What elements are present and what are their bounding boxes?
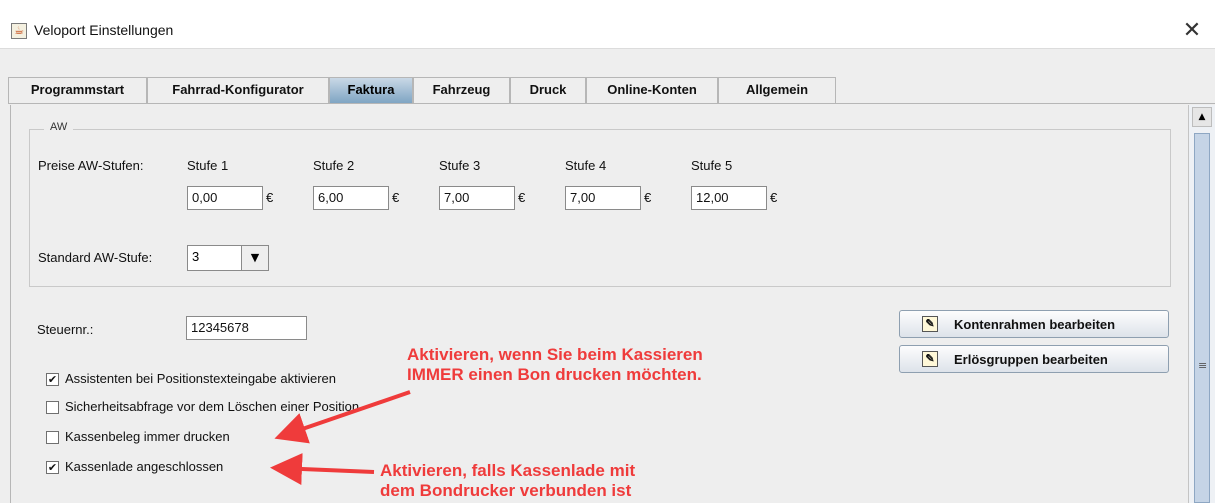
tax-number-label: Steuernr.: — [37, 322, 94, 337]
checkbox-assistant[interactable]: ✔ — [46, 373, 59, 386]
tab-programmstart[interactable]: Programmstart — [8, 77, 147, 103]
standard-level-label: Standard AW-Stufe: — [38, 250, 153, 265]
prices-label: Preise AW-Stufen: — [38, 158, 144, 173]
scroll-up-arrow-icon[interactable]: ▲ — [1192, 107, 1212, 127]
dialog-content: Programmstart Fahrrad-Konfigurator Faktu… — [0, 48, 1215, 503]
annotation-print-receipt-line1: Aktivieren, wenn Sie beim Kassieren — [407, 345, 703, 364]
checkbox-cash-drawer-label: Kassenlade angeschlossen — [65, 459, 224, 474]
annotation-cash-drawer-line1: Aktivieren, falls Kassenlade mit — [380, 461, 636, 480]
erloesgruppen-button[interactable]: ✎ Erlösgruppen bearbeiten — [899, 345, 1169, 373]
tab-online-konten[interactable]: Online-Konten — [586, 77, 718, 103]
level-4-price-input[interactable]: 7,00 — [565, 186, 641, 210]
checkbox-delete-confirm[interactable] — [46, 401, 59, 414]
level-1-currency: € — [266, 190, 274, 205]
level-5-currency: € — [770, 190, 778, 205]
level-5-price-input[interactable]: 12,00 — [691, 186, 767, 210]
level-4-currency: € — [644, 190, 652, 205]
checkbox-cash-drawer[interactable]: ✔ — [46, 461, 59, 474]
scroll-thumb[interactable]: ≡ — [1194, 133, 1210, 503]
level-2-currency: € — [392, 190, 400, 205]
annotation-print-receipt: Aktivieren, wenn Sie beim Kassieren IMME… — [407, 345, 703, 385]
level-4-label: Stufe 4 — [565, 158, 607, 173]
kontenrahmen-button-label: Kontenrahmen bearbeiten — [954, 317, 1116, 332]
annotation-print-receipt-line2: IMMER einen Bon drucken möchten. — [407, 365, 702, 384]
checkbox-print-receipt[interactable] — [46, 431, 59, 444]
edit-icon: ✎ — [922, 351, 938, 367]
tab-druck[interactable]: Druck — [510, 77, 586, 103]
annotation-cash-drawer-line2: dem Bondrucker verbunden ist — [380, 481, 632, 500]
level-2-price-input[interactable]: 6,00 — [313, 186, 389, 210]
checkbox-delete-confirm-label: Sicherheitsabfrage vor dem Löschen einer… — [65, 399, 360, 414]
checkbox-assistant-label: Assistenten bei Positionstexteingabe akt… — [65, 371, 336, 386]
window-title: Veloport Einstellungen — [34, 22, 174, 38]
faktura-panel: AW Preise AW-Stufen: Stufe 1 Stufe 2 Stu… — [10, 105, 1185, 503]
dropdown-arrow-icon[interactable]: ▼ — [241, 246, 268, 270]
aw-group: AW Preise AW-Stufen: Stufe 1 Stufe 2 Stu… — [29, 121, 1171, 287]
standard-level-value: 3 — [192, 249, 200, 264]
aw-group-legend: AW — [44, 121, 74, 133]
top-strip — [0, 0, 1215, 7]
java-app-icon: ☕ — [11, 23, 27, 39]
tab-allgemein[interactable]: Allgemein — [718, 77, 836, 103]
tab-fahrzeug[interactable]: Fahrzeug — [413, 77, 510, 103]
level-1-price-input[interactable]: 0,00 — [187, 186, 263, 210]
tax-number-input[interactable]: 12345678 — [186, 316, 307, 340]
vertical-scrollbar[interactable]: ▲ ≡ — [1188, 105, 1215, 503]
checkbox-print-receipt-label: Kassenbeleg immer drucken — [65, 429, 230, 444]
standard-level-combobox[interactable]: 3 ▼ — [187, 245, 269, 271]
level-3-label: Stufe 3 — [439, 158, 481, 173]
annotation-cash-drawer: Aktivieren, falls Kassenlade mit dem Bon… — [380, 461, 635, 501]
level-5-label: Stufe 5 — [691, 158, 733, 173]
title-bar: ☕ Veloport Einstellungen ✕ — [0, 14, 1215, 48]
tab-row-divider — [8, 103, 1215, 104]
tab-fahrrad-konfigurator[interactable]: Fahrrad-Konfigurator — [147, 77, 329, 103]
tab-faktura[interactable]: Faktura — [329, 77, 413, 103]
edit-icon: ✎ — [922, 316, 938, 332]
level-2-label: Stufe 2 — [313, 158, 355, 173]
level-1-label: Stufe 1 — [187, 158, 229, 173]
grip-icon: ≡ — [1198, 359, 1208, 372]
level-3-price-input[interactable]: 7,00 — [439, 186, 515, 210]
erloesgruppen-button-label: Erlösgruppen bearbeiten — [954, 352, 1108, 367]
close-icon[interactable]: ✕ — [1177, 16, 1207, 46]
kontenrahmen-button[interactable]: ✎ Kontenrahmen bearbeiten — [899, 310, 1169, 338]
level-3-currency: € — [518, 190, 526, 205]
